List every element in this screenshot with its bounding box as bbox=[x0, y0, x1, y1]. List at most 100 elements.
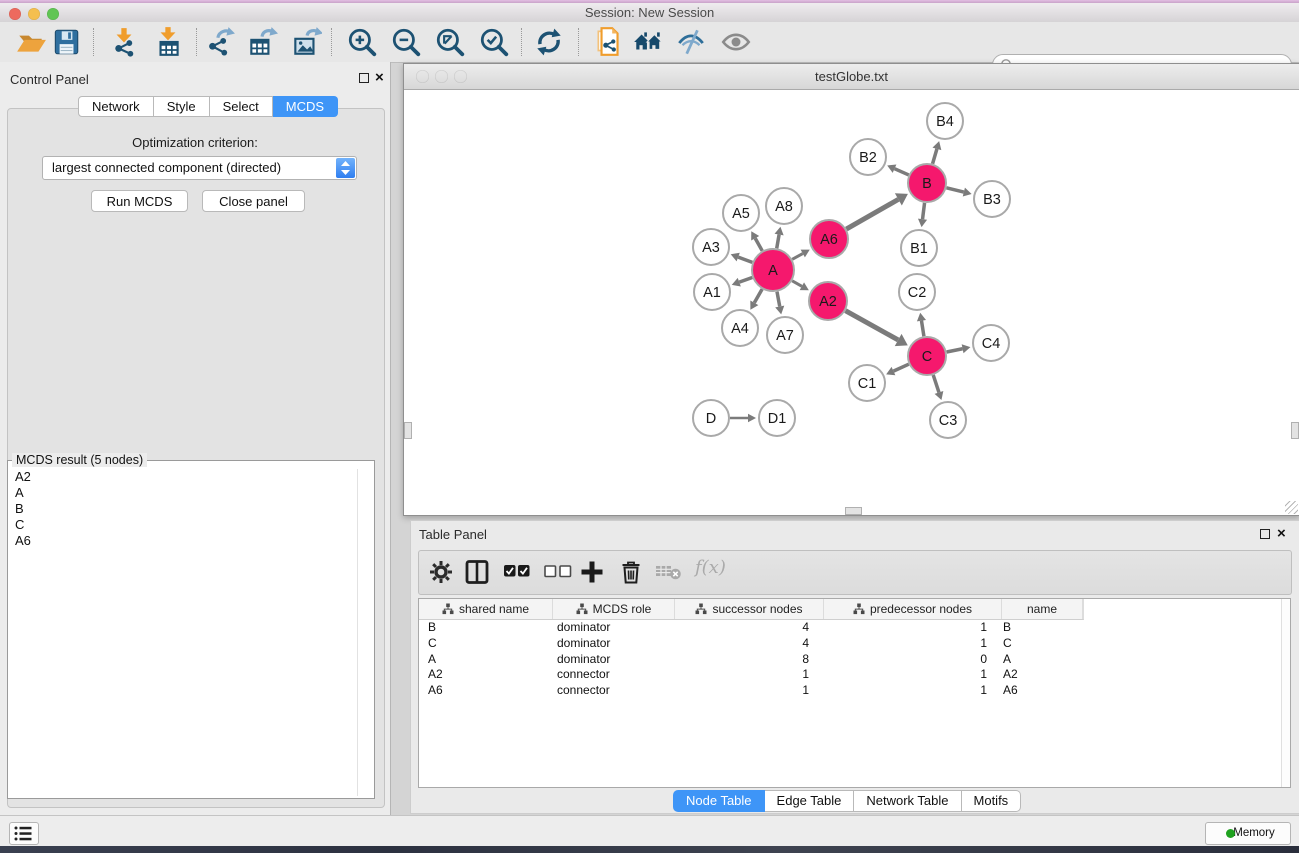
table-cell: 4 bbox=[668, 620, 817, 636]
delete-table-button[interactable] bbox=[655, 564, 683, 585]
toolbar-separator bbox=[578, 28, 579, 56]
zoom-fit-button[interactable] bbox=[434, 26, 466, 58]
graph-node-label: C1 bbox=[858, 376, 877, 392]
close-table-panel-icon[interactable]: × bbox=[1277, 529, 1286, 539]
column-header[interactable]: MCDS role bbox=[553, 599, 675, 619]
zoom-out-icon bbox=[390, 26, 422, 58]
left-scrollbar-thumb[interactable] bbox=[404, 422, 412, 439]
graph-edge[interactable] bbox=[792, 281, 802, 286]
graph-edge[interactable] bbox=[947, 349, 963, 352]
tab-select[interactable]: Select bbox=[210, 96, 273, 117]
edge-arrowhead-icon bbox=[917, 313, 926, 322]
criterion-select[interactable]: largest connected component (directed) bbox=[42, 156, 357, 180]
table-row[interactable]: Adominator80A bbox=[419, 652, 1290, 668]
graph-edge[interactable] bbox=[739, 277, 752, 282]
table-cell: connector bbox=[546, 667, 668, 683]
graph-edge[interactable] bbox=[755, 238, 762, 251]
graph-edge[interactable] bbox=[933, 375, 939, 392]
tab-mcds[interactable]: MCDS bbox=[273, 96, 338, 117]
save-session-button[interactable] bbox=[50, 26, 82, 58]
import-network-button[interactable] bbox=[108, 26, 140, 58]
gear-button[interactable] bbox=[428, 559, 454, 590]
graph-edge[interactable] bbox=[777, 292, 780, 307]
export-table-button[interactable] bbox=[246, 26, 278, 58]
mcds-result-scrollbar[interactable] bbox=[357, 469, 374, 796]
list-item[interactable]: A bbox=[9, 485, 356, 501]
table-cell: 4 bbox=[668, 636, 817, 652]
column-header[interactable]: successor nodes bbox=[675, 599, 824, 619]
select-all-button[interactable] bbox=[503, 564, 531, 583]
graph-edge[interactable] bbox=[845, 311, 898, 340]
graph-edge[interactable] bbox=[933, 149, 937, 164]
float-panel-icon[interactable] bbox=[359, 73, 369, 83]
refresh-button[interactable] bbox=[533, 26, 565, 58]
tab-style[interactable]: Style bbox=[154, 96, 210, 117]
column-header[interactable]: name bbox=[1002, 599, 1083, 619]
memory-button[interactable]: Memory bbox=[1205, 822, 1291, 845]
close-panel-button[interactable]: Close panel bbox=[202, 190, 305, 212]
graph-edge[interactable] bbox=[846, 199, 898, 229]
graph-edge[interactable] bbox=[923, 203, 925, 219]
column-header[interactable]: predecessor nodes bbox=[824, 599, 1002, 619]
table-toolbar: f(x) bbox=[418, 550, 1292, 595]
graph-edge[interactable] bbox=[946, 188, 963, 192]
list-item[interactable]: A2 bbox=[9, 469, 356, 485]
create-column-button[interactable] bbox=[579, 559, 605, 590]
graph-edge[interactable] bbox=[921, 321, 923, 337]
graph-edge[interactable] bbox=[792, 254, 803, 260]
toolbar-separator bbox=[196, 28, 197, 56]
node-table: shared name MCDS role successor nodes pr… bbox=[418, 598, 1291, 788]
hide-graphics-button[interactable] bbox=[675, 26, 707, 58]
export-image-icon bbox=[290, 26, 322, 58]
deselect-all-button[interactable] bbox=[544, 565, 572, 583]
tab-network[interactable]: Network bbox=[78, 96, 154, 117]
tab-edge-table[interactable]: Edge Table bbox=[765, 790, 855, 812]
column-visibility-button[interactable] bbox=[464, 559, 490, 590]
close-panel-icon[interactable]: × bbox=[375, 73, 384, 83]
run-mcds-button[interactable]: Run MCDS bbox=[91, 190, 188, 212]
graph-edge[interactable] bbox=[738, 257, 752, 262]
tab-motifs[interactable]: Motifs bbox=[962, 790, 1022, 812]
right-scrollbar-thumb[interactable] bbox=[1291, 422, 1299, 439]
task-history-button[interactable] bbox=[9, 822, 39, 845]
table-row[interactable]: Cdominator41C bbox=[419, 636, 1290, 652]
open-session-button[interactable] bbox=[15, 26, 47, 58]
zoom-out-button[interactable] bbox=[390, 26, 422, 58]
graph-edge[interactable] bbox=[754, 289, 762, 303]
show-graphics-button[interactable] bbox=[720, 26, 752, 58]
zoom-selected-button[interactable] bbox=[478, 26, 510, 58]
table-cell: A2 bbox=[995, 667, 1076, 683]
function-builder-button[interactable]: f(x) bbox=[695, 557, 726, 578]
table-row[interactable]: Bdominator41B bbox=[419, 620, 1290, 636]
network-window-titlebar[interactable]: testGlobe.txt bbox=[404, 64, 1299, 90]
graph-edge[interactable] bbox=[893, 364, 908, 371]
network-graph[interactable]: AA1A2A3A4A5A6A7A8BB1B2B3B4CC1C2C3C4DD1 bbox=[404, 90, 1297, 514]
resize-grip-icon[interactable] bbox=[1285, 501, 1298, 514]
network-from-file-button[interactable] bbox=[593, 26, 625, 58]
export-image-button[interactable] bbox=[290, 26, 322, 58]
zoom-in-button[interactable] bbox=[346, 26, 378, 58]
table-row[interactable]: A2connector11A2 bbox=[419, 667, 1290, 683]
list-item[interactable]: C bbox=[9, 517, 356, 533]
graph-node-label: A2 bbox=[819, 294, 837, 310]
table-scrollbar[interactable] bbox=[1281, 599, 1290, 787]
open-folder-icon bbox=[15, 26, 47, 58]
bottom-scrollbar-thumb[interactable] bbox=[845, 507, 862, 515]
list-item[interactable]: A6 bbox=[9, 533, 356, 549]
tab-network-table[interactable]: Network Table bbox=[854, 790, 961, 812]
delete-column-button[interactable] bbox=[618, 559, 644, 590]
titlebar: Session: New Session bbox=[0, 3, 1299, 23]
import-table-button[interactable] bbox=[152, 26, 184, 58]
home-network-icon bbox=[632, 26, 664, 58]
table-row[interactable]: A6connector11A6 bbox=[419, 683, 1290, 699]
export-network-button[interactable] bbox=[204, 26, 236, 58]
home-view-button[interactable] bbox=[632, 26, 664, 58]
graph-edge[interactable] bbox=[777, 235, 779, 249]
graph-node-label: B2 bbox=[859, 150, 877, 166]
graph-edge[interactable] bbox=[895, 169, 909, 175]
list-item[interactable]: B bbox=[9, 501, 356, 517]
column-header[interactable]: shared name bbox=[419, 599, 553, 619]
tab-node-table[interactable]: Node Table bbox=[673, 790, 765, 812]
network-window-title: testGlobe.txt bbox=[404, 69, 1299, 84]
float-table-panel-icon[interactable] bbox=[1260, 529, 1270, 539]
